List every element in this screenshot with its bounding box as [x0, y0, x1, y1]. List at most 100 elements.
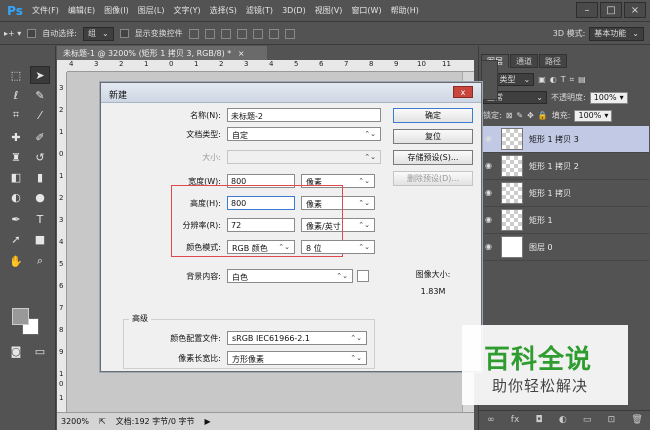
shape-filter-icon[interactable]: ⌗ — [570, 75, 575, 85]
layer-row[interactable]: ◉ 矩形 1 拷贝 — [481, 180, 649, 207]
ruler-tick: 9 — [394, 60, 399, 68]
gradient-tool-icon[interactable]: ▮ — [30, 168, 50, 186]
pixel-filter-icon[interactable]: ▣ — [538, 75, 546, 84]
eye-icon[interactable]: ◉ — [485, 161, 495, 171]
fill-field[interactable]: 100% ▾ — [574, 109, 613, 122]
color-profile-select[interactable]: sRGB IEC61966-2.1 ⌃⌄ — [227, 331, 367, 345]
foreground-color-swatch[interactable] — [12, 308, 29, 325]
distribute-icon[interactable] — [284, 28, 295, 39]
color-mode-select[interactable]: RGB 颜色 ⌃⌄ — [227, 240, 295, 254]
adjustment-icon[interactable]: ◐ — [559, 415, 567, 425]
pen-tool-icon[interactable]: ✒ — [6, 210, 26, 228]
menu-select[interactable]: 选择(S) — [210, 5, 237, 16]
auto-select-dropdown[interactable]: 组 ⌄ — [82, 26, 114, 41]
fx-icon[interactable]: fx — [511, 415, 520, 425]
document-info[interactable]: 文档:192 字节/0 字节 — [116, 416, 195, 427]
dodge-tool-icon[interactable]: ● — [30, 188, 50, 206]
menu-file[interactable]: 文件(F) — [32, 5, 59, 16]
menu-layer[interactable]: 图层(L) — [138, 5, 165, 16]
menu-filter[interactable]: 滤镜(T) — [246, 5, 273, 16]
smart-object-filter-icon[interactable]: ▤ — [578, 75, 586, 84]
collapsed-panel-dock[interactable] — [481, 60, 498, 100]
crop-tool-icon[interactable]: ⌗ — [6, 106, 26, 124]
eye-icon[interactable]: ◉ — [485, 215, 495, 225]
opacity-field[interactable]: 100% ▾ — [589, 91, 628, 104]
dialog-close-button[interactable]: x — [453, 86, 473, 98]
zoom-tool-icon[interactable]: ⌕ — [30, 252, 50, 270]
pixel-aspect-select[interactable]: 方形像素 ⌃⌄ — [227, 351, 367, 365]
menu-view[interactable]: 视图(V) — [315, 5, 343, 16]
background-select[interactable]: 白色 ⌃⌄ — [227, 269, 353, 283]
link-icon[interactable]: ∞ — [487, 415, 495, 425]
align-middle-icon[interactable] — [204, 28, 215, 39]
quick-select-tool-icon[interactable]: ✎ — [30, 86, 50, 104]
align-right-icon[interactable] — [268, 28, 279, 39]
align-left-icon[interactable] — [236, 28, 247, 39]
lock-pixels-icon[interactable]: ✎ — [516, 111, 523, 120]
bit-depth-select[interactable]: 8 位 ⌃⌄ — [301, 240, 375, 254]
doc-type-select[interactable]: 自定 ⌃⌄ — [227, 127, 381, 141]
lock-transparency-icon[interactable]: ⊠ — [506, 111, 513, 120]
tab-paths[interactable]: 路径 — [539, 54, 567, 68]
adjustment-filter-icon[interactable]: ◐ — [550, 75, 557, 84]
healing-tool-icon[interactable]: ✚ — [6, 128, 26, 146]
tab-channels[interactable]: 通道 — [510, 54, 538, 68]
layer-row[interactable]: ◉ 矩形 1 — [481, 207, 649, 234]
eye-icon[interactable]: ◉ — [485, 242, 495, 252]
blur-tool-icon[interactable]: ◐ — [6, 188, 26, 206]
menu-edit[interactable]: 编辑(E) — [68, 5, 95, 16]
show-transform-checkbox[interactable] — [119, 29, 129, 38]
background-color-swatch[interactable] — [357, 270, 369, 282]
layer-row[interactable]: ◉ 矩形 1 拷贝 2 — [481, 153, 649, 180]
eye-icon[interactable]: ◉ — [485, 188, 495, 198]
maximize-button[interactable]: □ — [600, 2, 622, 18]
menu-type[interactable]: 文字(Y) — [173, 5, 200, 16]
eye-icon[interactable]: ◉ — [485, 134, 495, 144]
align-bottom-icon[interactable] — [220, 28, 231, 39]
lock-all-icon[interactable]: 🔒 — [538, 111, 548, 120]
tab-close-icon[interactable]: × — [238, 49, 245, 58]
export-icon[interactable]: ⇱ — [99, 417, 106, 426]
lasso-tool-icon[interactable]: ℓ — [6, 86, 26, 104]
ok-button[interactable]: 确定 — [393, 108, 473, 123]
screen-mode-icon[interactable]: ▭ — [30, 342, 50, 360]
layer-row[interactable]: ◉ 矩形 1 拷贝 3 — [481, 126, 649, 153]
layer-row[interactable]: ◉ 图层 0 — [481, 234, 649, 261]
menu-image[interactable]: 图像(I) — [104, 5, 129, 16]
folder-icon[interactable]: ▭ — [583, 415, 592, 425]
marquee-tool-icon[interactable]: ⬚ — [6, 66, 26, 84]
new-layer-icon[interactable]: ⊡ — [608, 415, 616, 425]
save-preset-button[interactable]: 存储预设(S)... — [393, 150, 473, 165]
move-tool-icon[interactable]: ➤ — [30, 66, 50, 84]
quick-mask-icon[interactable]: ◙ — [6, 342, 26, 360]
eraser-tool-icon[interactable]: ◧ — [6, 168, 26, 186]
name-input[interactable]: 未标题-2 — [227, 108, 381, 122]
align-center-icon[interactable] — [252, 28, 263, 39]
type-filter-icon[interactable]: T — [561, 75, 566, 84]
menu-help[interactable]: 帮助(H) — [391, 5, 419, 16]
brush-tool-icon[interactable]: ✐ — [30, 128, 50, 146]
workspace-dropdown[interactable]: 基本功能 ⌄ — [589, 26, 644, 41]
menu-3d[interactable]: 3D(D) — [282, 6, 306, 15]
close-window-button[interactable]: × — [624, 2, 646, 18]
rectangle-tool-icon[interactable]: ■ — [30, 230, 50, 248]
document-tab[interactable]: 未标题-1 @ 3200% (矩形 1 拷贝 3, RGB/8) * × — [57, 46, 267, 60]
menu-window[interactable]: 窗口(W) — [351, 5, 381, 16]
align-top-icon[interactable] — [188, 28, 199, 39]
chevron-right-icon[interactable]: ▶ — [205, 417, 211, 426]
eyedropper-tool-icon[interactable]: ⁄ — [30, 106, 50, 124]
minimize-button[interactable]: – — [576, 2, 598, 18]
path-select-tool-icon[interactable]: ➚ — [6, 230, 26, 248]
zoom-level[interactable]: 3200% — [61, 417, 89, 426]
auto-select-checkbox[interactable] — [27, 29, 37, 38]
mask-icon[interactable]: ◘ — [536, 415, 543, 425]
history-brush-tool-icon[interactable]: ↺ — [30, 148, 50, 166]
trash-icon[interactable]: 🗑 — [631, 415, 642, 425]
move-tool-preset-icon[interactable]: ▸+ ▾ — [4, 29, 21, 38]
stamp-tool-icon[interactable]: ♜ — [6, 148, 26, 166]
reset-button[interactable]: 复位 — [393, 129, 473, 144]
type-tool-icon[interactable]: T — [30, 210, 50, 228]
hand-tool-icon[interactable]: ✋ — [6, 252, 26, 270]
lock-position-icon[interactable]: ✥ — [527, 111, 534, 120]
layer-thumbnail — [501, 155, 523, 177]
